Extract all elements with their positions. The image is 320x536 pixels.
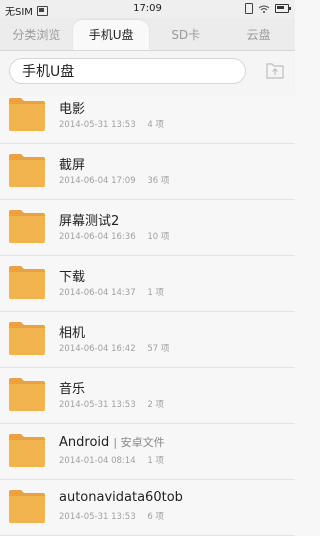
file-date: 2014-01-04 08:14 [59, 456, 136, 466]
file-date: 2014-06-04 14:37 [59, 288, 136, 298]
folder-icon [8, 152, 46, 188]
file-count: 6 项 [147, 512, 164, 522]
file-name: 相机 [59, 326, 86, 341]
folder-icon [8, 376, 46, 412]
file-row[interactable]: 音乐 2014-05-31 13:53 2 项 [0, 368, 295, 424]
folder-icon [8, 320, 46, 356]
file-row[interactable]: 电影 2014-05-31 13:53 4 项 [0, 88, 295, 144]
path-breadcrumb[interactable]: 手机U盘 [9, 58, 246, 84]
file-meta: 2014-06-04 16:36 10 项 [59, 230, 178, 242]
file-count: 36 项 [147, 176, 170, 186]
file-count: 57 项 [147, 344, 170, 354]
file-name: 屏幕测试2 [59, 214, 120, 229]
file-meta: 2014-05-31 13:53 6 项 [59, 510, 173, 522]
file-count: 1 项 [147, 288, 164, 298]
file-count: 10 项 [147, 232, 170, 242]
file-date: 2014-06-04 16:36 [59, 232, 136, 242]
battery-icon [275, 4, 291, 13]
file-row[interactable]: 下载 2014-06-04 14:37 1 项 [0, 256, 295, 312]
wifi-icon [259, 5, 269, 13]
file-name: autonavidata60tob [59, 490, 183, 505]
file-name: 音乐 [59, 382, 86, 397]
folder-icon [8, 208, 46, 244]
file-name-line: 屏幕测试2 [59, 210, 119, 229]
upload-icon[interactable] [265, 61, 285, 81]
file-meta: 2014-06-04 16:42 57 项 [59, 342, 178, 354]
file-date: 2014-06-04 17:09 [59, 176, 136, 186]
file-name: 电影 [59, 102, 86, 117]
folder-icon [8, 96, 46, 132]
folder-icon [8, 488, 46, 524]
file-name-line: 下载 [59, 266, 85, 285]
file-date: 2014-05-31 13:53 [59, 512, 136, 522]
file-name: Android [59, 435, 110, 450]
file-row[interactable]: 相机 2014-06-04 16:42 57 项 [0, 312, 295, 368]
tab-bar: 分类浏览 手机U盘 SD卡 云盘 [0, 18, 295, 51]
file-list: 电影 2014-05-31 13:53 4 项 截屏 2014-06-04 17… [0, 88, 295, 536]
tab-cloud[interactable]: 云盘 [222, 20, 295, 50]
file-name: 截屏 [59, 158, 86, 173]
file-meta: 2014-01-04 08:14 1 项 [59, 454, 173, 466]
file-meta: 2014-05-31 13:53 2 项 [59, 398, 173, 410]
file-name-line: 截屏 [59, 154, 85, 173]
vibrate-icon [245, 3, 253, 14]
file-date: 2014-05-31 13:53 [59, 120, 136, 130]
file-name-line: 音乐 [59, 378, 85, 397]
file-meta: 2014-05-31 13:53 4 项 [59, 118, 173, 130]
file-subtitle: | 安卓文件 [113, 436, 165, 449]
status-bar: 无SIM 17:09 [0, 0, 295, 18]
file-count: 2 项 [147, 400, 164, 410]
file-row[interactable]: 截屏 2014-06-04 17:09 36 项 [0, 144, 295, 200]
tab-category-browse[interactable]: 分类浏览 [0, 20, 73, 50]
file-name-line: 相机 [59, 322, 85, 341]
folder-icon [8, 432, 46, 468]
tab-sd-card[interactable]: SD卡 [149, 20, 222, 50]
file-date: 2014-05-31 13:53 [59, 400, 136, 410]
file-date: 2014-06-04 16:42 [59, 344, 136, 354]
file-meta: 2014-06-04 14:37 1 项 [59, 286, 173, 298]
file-row[interactable]: Android | 安卓文件 2014-01-04 08:14 1 项 [0, 424, 295, 480]
file-meta: 2014-06-04 17:09 36 项 [59, 174, 178, 186]
file-row[interactable]: 屏幕测试2 2014-06-04 16:36 10 项 [0, 200, 295, 256]
tab-phone-storage[interactable]: 手机U盘 [72, 20, 150, 50]
file-name-line: Android | 安卓文件 [59, 434, 165, 450]
file-name: 下载 [59, 270, 86, 285]
status-right [245, 3, 291, 14]
file-row[interactable]: autonavidata60tob 2014-05-31 13:53 6 项 [0, 480, 295, 536]
file-count: 1 项 [147, 456, 164, 466]
file-name-line: 电影 [59, 98, 85, 117]
folder-icon [8, 264, 46, 300]
file-count: 4 项 [147, 120, 164, 130]
file-name-line: autonavidata60tob [59, 490, 183, 505]
